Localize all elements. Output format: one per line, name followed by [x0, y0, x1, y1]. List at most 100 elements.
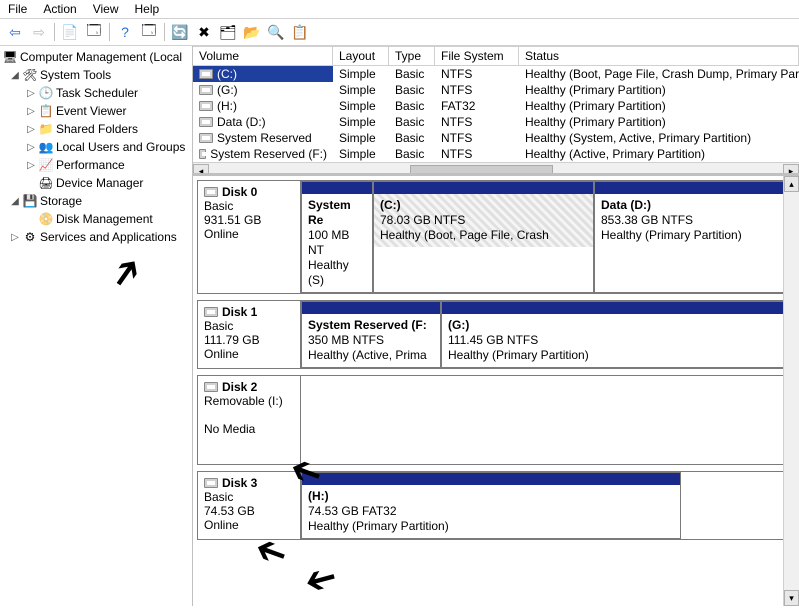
- disk-icon: 📀: [38, 212, 54, 226]
- properties-button[interactable]: 🗔: [138, 21, 160, 43]
- disk-state: Online: [204, 347, 294, 361]
- scroll-thumb[interactable]: [410, 165, 554, 175]
- col-filesystem[interactable]: File System: [435, 46, 519, 65]
- tree-shared-folders[interactable]: ▷ 📁 Shared Folders: [2, 120, 190, 138]
- menu-file[interactable]: File: [8, 2, 27, 16]
- tree-root[interactable]: 🖥 Computer Management (Local: [2, 48, 190, 66]
- volume-row[interactable]: (G:)SimpleBasicNTFSHealthy (Primary Part…: [193, 82, 799, 98]
- right-pane: Volume Layout Type File System Status (C…: [193, 46, 799, 606]
- menu-help[interactable]: Help: [135, 2, 160, 16]
- computer-icon: 🖥: [2, 50, 18, 64]
- partition-size: 350 MB NTFS: [308, 333, 384, 347]
- volume-list[interactable]: Volume Layout Type File System Status (C…: [193, 46, 799, 174]
- partition-data-d[interactable]: Data (D:) 853.38 GB NTFS Healthy (Primar…: [594, 181, 794, 293]
- expand-icon[interactable]: ▷: [26, 142, 36, 153]
- disk-size: 111.79 GB: [204, 333, 294, 347]
- disk-3[interactable]: Disk 3 Basic 74.53 GB Online (H:) 74.53 …: [197, 471, 795, 540]
- disk-state: No Media: [204, 422, 294, 436]
- disk-2[interactable]: Disk 2 Removable (I:) No Media: [197, 375, 795, 465]
- disk-2-info: Disk 2 Removable (I:) No Media: [198, 376, 301, 464]
- disk-size: 74.53 GB: [204, 504, 294, 518]
- scroll-right-icon[interactable]: ▸: [783, 164, 799, 175]
- partition-title: System Re: [308, 198, 351, 227]
- scroll-down-icon[interactable]: ▾: [784, 590, 799, 606]
- partition-system-reserved[interactable]: System Re 100 MB NT Healthy (S): [301, 181, 373, 293]
- partition-g[interactable]: (G:) 111.45 GB NTFS Healthy (Primary Par…: [441, 301, 794, 368]
- volume-row[interactable]: (H:)SimpleBasicFAT32Healthy (Primary Par…: [193, 98, 799, 114]
- volume-row[interactable]: System Reserved (F:)SimpleBasicNTFSHealt…: [193, 146, 799, 162]
- disk-icon: [204, 478, 218, 488]
- refresh-button[interactable]: 🔄: [169, 21, 191, 43]
- volume-fs: FAT32: [435, 98, 519, 114]
- find-button[interactable]: 🔍: [265, 21, 287, 43]
- tree-label: Services and Applications: [40, 230, 177, 244]
- disk-name: Disk 3: [222, 476, 257, 490]
- tree-performance[interactable]: ▷ 📈 Performance: [2, 156, 190, 174]
- volume-status: Healthy (Primary Partition): [519, 114, 799, 130]
- expand-icon[interactable]: ▷: [26, 88, 36, 99]
- tree-task-scheduler[interactable]: ▷ 🕒 Task Scheduler: [2, 84, 190, 102]
- scroll-up-icon[interactable]: ▴: [784, 176, 799, 192]
- main-split: 🖥 Computer Management (Local ◢ 🛠 System …: [0, 46, 799, 606]
- partition-title: (G:): [448, 318, 469, 332]
- back-button[interactable]: ⇦: [4, 21, 26, 43]
- tree-label: Task Scheduler: [56, 86, 138, 100]
- col-status[interactable]: Status: [519, 46, 799, 65]
- settings-button[interactable]: 🗂: [217, 21, 239, 43]
- tree-label: Computer Management (Local: [20, 50, 182, 64]
- folder-icon: 📁: [38, 122, 54, 136]
- col-layout[interactable]: Layout: [333, 46, 389, 65]
- volume-status: Healthy (Primary Partition): [519, 98, 799, 114]
- expand-icon[interactable]: ▷: [26, 160, 36, 171]
- disk-name: Disk 0: [222, 185, 257, 199]
- horizontal-scrollbar[interactable]: ◂ ▸: [193, 162, 799, 174]
- partition-system-reserved-f[interactable]: System Reserved (F: 350 MB NTFS Healthy …: [301, 301, 441, 368]
- partition-h[interactable]: (H:) 74.53 GB FAT32 Healthy (Primary Par…: [301, 472, 681, 539]
- collapse-icon[interactable]: ◢: [10, 70, 20, 81]
- volume-type: Basic: [389, 82, 435, 98]
- delete-button[interactable]: ✖: [193, 21, 215, 43]
- disk-graphical-view[interactable]: Disk 0 Basic 931.51 GB Online System Re …: [193, 174, 799, 606]
- nav-tree[interactable]: 🖥 Computer Management (Local ◢ 🛠 System …: [0, 46, 193, 606]
- expand-icon[interactable]: ▷: [10, 232, 20, 243]
- tree-local-users[interactable]: ▷ 👥 Local Users and Groups: [2, 138, 190, 156]
- tree-event-viewer[interactable]: ▷ 📋 Event Viewer: [2, 102, 190, 120]
- partition-bar: [302, 302, 440, 314]
- tree-storage[interactable]: ◢ 💾 Storage: [2, 192, 190, 210]
- partition-c[interactable]: (C:) 78.03 GB NTFS Healthy (Boot, Page F…: [373, 181, 594, 293]
- disk-0[interactable]: Disk 0 Basic 931.51 GB Online System Re …: [197, 180, 795, 294]
- tree-services-apps[interactable]: ▷ ⚙ Services and Applications: [2, 228, 190, 246]
- help-button[interactable]: ?: [114, 21, 136, 43]
- menu-view[interactable]: View: [93, 2, 119, 16]
- col-volume[interactable]: Volume: [193, 46, 333, 65]
- vertical-scrollbar[interactable]: ▴ ▾: [783, 176, 799, 606]
- menu-action[interactable]: Action: [43, 2, 76, 16]
- disk-icon: [204, 307, 218, 317]
- expand-icon[interactable]: ▷: [26, 106, 36, 117]
- open-button[interactable]: 📂: [241, 21, 263, 43]
- collapse-icon[interactable]: ◢: [10, 196, 20, 207]
- partition-bar: [302, 182, 372, 194]
- scroll-left-icon[interactable]: ◂: [193, 164, 209, 175]
- list-button[interactable]: 📋: [289, 21, 311, 43]
- show-hide-tree-button[interactable]: 🗔: [83, 21, 105, 43]
- volume-row[interactable]: System ReservedSimpleBasicNTFSHealthy (S…: [193, 130, 799, 146]
- up-button[interactable]: 📄: [59, 21, 81, 43]
- expand-icon[interactable]: ▷: [26, 124, 36, 135]
- volume-row[interactable]: (C:)SimpleBasicNTFSHealthy (Boot, Page F…: [193, 66, 799, 82]
- disk-type: Removable (I:): [204, 394, 294, 408]
- tree-disk-management[interactable]: 📀 Disk Management: [2, 210, 190, 228]
- partition-status: Healthy (Primary Partition): [601, 228, 742, 242]
- volume-status: Healthy (Primary Partition): [519, 82, 799, 98]
- disk-1[interactable]: Disk 1 Basic 111.79 GB Online System Res…: [197, 300, 795, 369]
- volume-layout: Simple: [333, 146, 389, 162]
- volume-status: Healthy (Active, Primary Partition): [519, 146, 799, 162]
- menu-bar: File Action View Help: [0, 0, 799, 19]
- volume-row[interactable]: Data (D:)SimpleBasicNTFSHealthy (Primary…: [193, 114, 799, 130]
- drive-icon: [199, 117, 213, 127]
- col-type[interactable]: Type: [389, 46, 435, 65]
- tree-system-tools[interactable]: ◢ 🛠 System Tools: [2, 66, 190, 84]
- tree-device-manager[interactable]: 🖨 Device Manager: [2, 174, 190, 192]
- volume-name: System Reserved (F:): [210, 147, 327, 161]
- forward-button[interactable]: ⇨: [28, 21, 50, 43]
